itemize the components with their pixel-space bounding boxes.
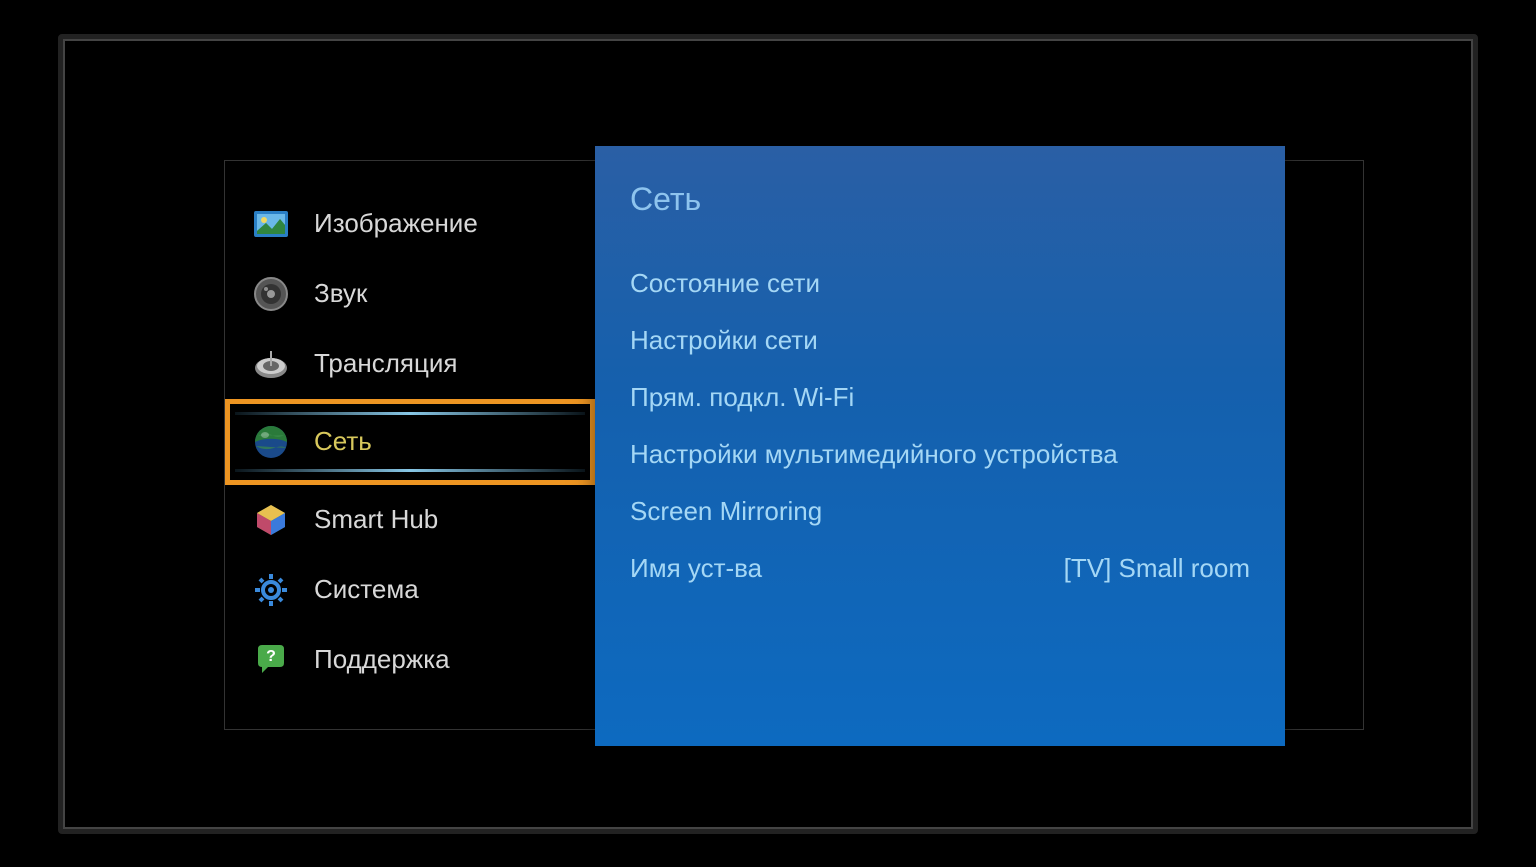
- sidebar-item-label: Сеть: [314, 426, 372, 457]
- sidebar-item-smarthub[interactable]: Smart Hub: [225, 485, 595, 555]
- sidebar-item-support[interactable]: ? Поддержка: [225, 625, 595, 695]
- content-item-label: Настройки мультимедийного устройства: [630, 439, 1118, 470]
- screen: Изображение Звук: [109, 85, 1427, 783]
- content-item-label: Screen Mirroring: [630, 496, 822, 527]
- svg-text:?: ?: [266, 648, 276, 665]
- content-item-screen-mirroring[interactable]: Screen Mirroring: [630, 496, 1250, 527]
- content-item-multimedia-settings[interactable]: Настройки мультимедийного устройства: [630, 439, 1250, 470]
- sidebar: Изображение Звук: [225, 161, 595, 729]
- sidebar-item-label: Smart Hub: [314, 504, 438, 535]
- support-icon: ?: [250, 639, 292, 681]
- sidebar-item-label: Поддержка: [314, 644, 450, 675]
- content-item-device-name[interactable]: Имя уст-ва [TV] Small room: [630, 553, 1250, 584]
- panel-title: Сеть: [630, 181, 1250, 218]
- content-item-value: [TV] Small room: [1064, 553, 1250, 584]
- content-item-label: Состояние сети: [630, 268, 820, 299]
- content-panel: Сеть Состояние сети Настройки сети Прям.…: [595, 146, 1285, 746]
- sidebar-item-label: Трансляция: [314, 348, 457, 379]
- sidebar-item-network[interactable]: Сеть: [225, 399, 595, 485]
- sidebar-item-broadcast[interactable]: Трансляция: [225, 329, 595, 399]
- menu-container: Изображение Звук: [224, 160, 1364, 730]
- network-icon: [250, 421, 292, 463]
- content-item-wifi-direct[interactable]: Прям. подкл. Wi-Fi: [630, 382, 1250, 413]
- content-item-network-status[interactable]: Состояние сети: [630, 268, 1250, 299]
- sidebar-item-system[interactable]: Система: [225, 555, 595, 625]
- system-icon: [250, 569, 292, 611]
- content-item-label: Имя уст-ва: [630, 553, 762, 584]
- content-item-label: Настройки сети: [630, 325, 818, 356]
- broadcast-icon: [250, 343, 292, 385]
- sidebar-item-label: Звук: [314, 278, 367, 309]
- content-item-network-settings[interactable]: Настройки сети: [630, 325, 1250, 356]
- sidebar-item-sound[interactable]: Звук: [225, 259, 595, 329]
- sidebar-item-label: Система: [314, 574, 419, 605]
- smarthub-icon: [250, 499, 292, 541]
- sidebar-item-picture[interactable]: Изображение: [225, 189, 595, 259]
- picture-icon: [250, 203, 292, 245]
- panel-items: Состояние сети Настройки сети Прям. подк…: [630, 268, 1250, 584]
- content-item-label: Прям. подкл. Wi-Fi: [630, 382, 854, 413]
- sound-icon: [250, 273, 292, 315]
- sidebar-item-label: Изображение: [314, 208, 478, 239]
- tv-frame: Изображение Звук: [58, 34, 1478, 834]
